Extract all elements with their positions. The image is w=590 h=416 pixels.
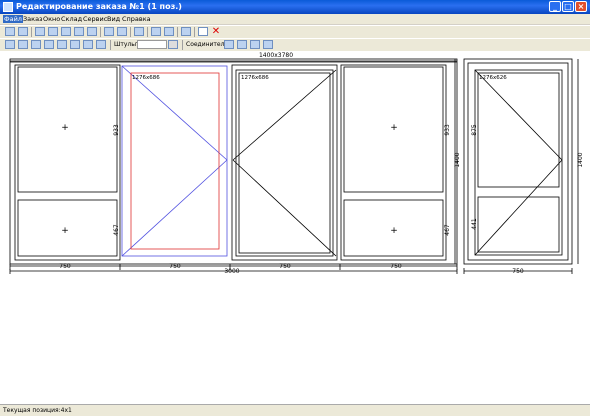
sash-tilt-turn-icon[interactable]	[83, 40, 93, 49]
app-icon	[3, 2, 13, 12]
door-top-height: 875	[471, 124, 478, 136]
svg-text:+: +	[61, 123, 69, 133]
menu-service[interactable]: Сервис	[83, 15, 107, 23]
door-top-glass[interactable]	[477, 72, 560, 188]
menu-order[interactable]: Заказ	[23, 15, 43, 23]
cell-3-width-dim: 750	[279, 263, 291, 270]
properties-icon[interactable]	[181, 27, 191, 36]
cell-3-sash-size: 1276x686	[241, 75, 269, 81]
cell-2-width-dim: 750	[169, 263, 181, 270]
add-row-icon[interactable]	[35, 27, 45, 36]
shtulp-field[interactable]	[137, 40, 167, 49]
cell-3-frame[interactable]	[231, 64, 338, 261]
door-height-dim: 1400	[577, 152, 584, 167]
new-order-icon[interactable]	[5, 27, 15, 36]
svg-text:+: +	[390, 123, 398, 133]
copy-icon[interactable]	[61, 27, 71, 36]
menu-window[interactable]: Окно	[43, 15, 60, 23]
connector-top-icon[interactable]	[237, 40, 247, 49]
svg-text:+: +	[61, 226, 69, 236]
sash-right-icon[interactable]	[44, 40, 54, 49]
print-preview-icon[interactable]	[164, 27, 174, 36]
door-width-dim: 750	[512, 268, 524, 275]
shtulp-spin-icon[interactable]	[168, 40, 178, 49]
connector-bottom-icon[interactable]	[250, 40, 260, 49]
cell-2-selection[interactable]	[121, 65, 228, 257]
menu-help[interactable]: Справка	[122, 15, 151, 23]
maximize-button[interactable]: □	[562, 1, 574, 12]
menu-view[interactable]: Вид	[107, 15, 120, 23]
sash-left-icon[interactable]	[57, 40, 67, 49]
refresh-icon[interactable]	[74, 27, 84, 36]
status-bar: Текущая позиция:4x1	[0, 404, 590, 416]
drawing-canvas[interactable]: 1400x3780 + + 933 467 1276x686 1276x686 …	[0, 51, 590, 404]
document-icon[interactable]	[198, 27, 208, 36]
menu-warehouse[interactable]: Склад	[61, 15, 82, 23]
svg-text:+: +	[390, 226, 398, 236]
left-height-dim: 1400	[454, 152, 461, 167]
edit-icon[interactable]	[18, 27, 28, 36]
window-drawing[interactable]: 1400x3780 + + 933 467 1276x686 1276x686 …	[0, 51, 590, 404]
save-icon[interactable]	[134, 27, 144, 36]
window-title: Редактирование заказа №1 (1 поз.)	[16, 2, 182, 11]
print-icon[interactable]	[151, 27, 161, 36]
construction-toolbar: Штульп: Соединитель:	[0, 38, 590, 51]
close-button[interactable]: ×	[575, 1, 587, 12]
delete-icon[interactable]: ✕	[211, 27, 221, 37]
status-position: Текущая позиция:4x1	[3, 407, 72, 414]
cell-2-sash[interactable]	[130, 72, 220, 250]
total-width-dim: 3000	[224, 268, 239, 275]
mullion-icon[interactable]	[96, 40, 106, 49]
cell-1-width-dim: 750	[59, 263, 71, 270]
door-sash[interactable]	[474, 69, 563, 256]
impost-down-icon[interactable]	[31, 40, 41, 49]
menu-bar: Файл Заказ Окно Склад Сервис Вид Справка	[0, 14, 590, 24]
door-bottom-height: 441	[471, 218, 478, 230]
cell-4-bottom-height: 467	[444, 224, 451, 236]
menu-file[interactable]: Файл	[3, 15, 23, 23]
align-icon[interactable]	[5, 40, 15, 49]
connector-left-icon[interactable]	[224, 40, 234, 49]
cell-1-top-height: 933	[113, 124, 120, 136]
cell-4-top-height: 933	[444, 124, 451, 136]
cell-3-sash[interactable]	[235, 69, 334, 257]
cell-2-sash-size: 1276x686	[132, 75, 160, 81]
title-bar: Редактирование заказа №1 (1 поз.) _ □ ×	[0, 0, 590, 14]
cell-4-width-dim: 750	[390, 263, 402, 270]
door-outer-frame[interactable]	[463, 58, 573, 265]
export-icon[interactable]	[87, 27, 97, 36]
door-frame[interactable]	[467, 62, 569, 261]
main-toolbar: ✕	[0, 25, 590, 38]
overall-size-label: 1400x3780	[259, 52, 293, 59]
cell-1-bottom-height: 467	[113, 224, 120, 236]
door-bottom-glass[interactable]	[477, 196, 560, 253]
sash-tilt-icon[interactable]	[70, 40, 80, 49]
connector-right-icon[interactable]	[263, 40, 273, 49]
split-vertical-icon[interactable]	[104, 27, 114, 36]
delete-row-icon[interactable]	[48, 27, 58, 36]
door-sash-size: 1276x626	[479, 75, 507, 81]
split-horizontal-icon[interactable]	[117, 27, 127, 36]
minimize-button[interactable]: _	[549, 1, 561, 12]
impost-up-icon[interactable]	[18, 40, 28, 49]
